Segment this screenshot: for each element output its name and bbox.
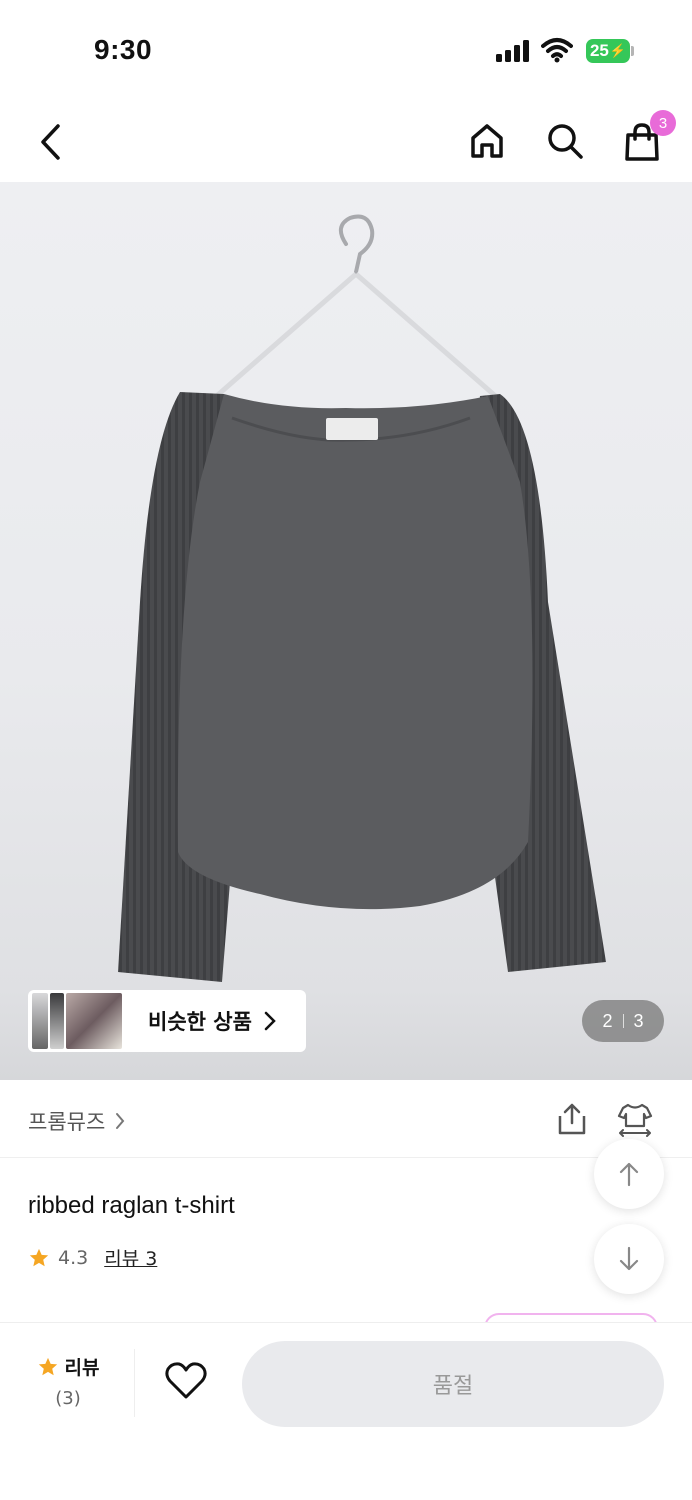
brand-link[interactable]: 프롬뮤즈 xyxy=(28,1106,125,1136)
wishlist-button[interactable] xyxy=(164,1361,208,1405)
wifi-icon xyxy=(541,37,573,67)
rating-value: 4.3 xyxy=(58,1246,89,1269)
status-time: 9:30 xyxy=(94,34,153,65)
chevron-right-icon xyxy=(264,1011,276,1031)
page-total: 3 xyxy=(633,1010,644,1031)
back-button[interactable] xyxy=(30,122,70,162)
home-icon xyxy=(471,124,503,158)
product-title: ribbed raglan t-shirt xyxy=(28,1192,235,1219)
similar-thumbnails xyxy=(32,993,122,1049)
star-icon xyxy=(29,1248,49,1266)
sold-out-button[interactable]: 품절 xyxy=(242,1341,664,1427)
share-button[interactable] xyxy=(556,1102,588,1140)
share-icon xyxy=(558,1103,586,1135)
brand-name: 프롬뮤즈 xyxy=(28,1110,106,1134)
review-label: 리뷰 xyxy=(64,1357,100,1379)
home-button[interactable] xyxy=(466,120,508,162)
top-nav: 3 xyxy=(0,100,692,182)
cellular-signal-icon xyxy=(496,40,532,66)
similar-products-button[interactable]: 비슷한 상품 xyxy=(28,990,306,1052)
battery-level: 25 xyxy=(589,41,609,60)
page-current: 2 xyxy=(602,1010,613,1031)
scroll-top-button[interactable] xyxy=(594,1139,664,1209)
chevron-right-icon xyxy=(116,1113,125,1129)
search-button[interactable] xyxy=(544,120,586,162)
product-image-carousel[interactable]: 비슷한 상품 2 3 xyxy=(0,182,692,1080)
bottom-action-bar: 리뷰 (3) 품절 xyxy=(0,1322,692,1500)
similar-products-label: 비슷한 상품 xyxy=(148,1010,252,1034)
size-fit-button[interactable] xyxy=(616,1102,654,1142)
thumbnail xyxy=(66,993,122,1049)
product-photo xyxy=(118,214,606,982)
battery-icon: 25 ⚡ xyxy=(586,39,630,63)
cart-count-badge: 3 xyxy=(650,110,676,136)
arrow-down-icon xyxy=(619,1246,639,1271)
scroll-bottom-button[interactable] xyxy=(594,1224,664,1294)
brand-row: 프롬뮤즈 xyxy=(0,1080,692,1158)
star-icon xyxy=(38,1357,57,1375)
search-icon xyxy=(548,124,583,159)
thumbnail xyxy=(32,993,48,1049)
review-button[interactable]: 리뷰 (3) xyxy=(28,1353,108,1409)
divider xyxy=(134,1349,135,1417)
review-count: (3) xyxy=(55,1388,81,1409)
review-link[interactable]: 리뷰 3 xyxy=(104,1244,157,1271)
cart-button[interactable]: 3 xyxy=(622,110,676,162)
page-separator xyxy=(622,1014,624,1028)
image-page-indicator: 2 3 xyxy=(582,1000,664,1042)
status-bar: 9:30 25 ⚡ xyxy=(0,0,692,100)
arrow-up-icon xyxy=(619,1162,639,1187)
heart-icon xyxy=(165,1362,207,1399)
rating-row: 4.3 리뷰 3 xyxy=(28,1244,157,1271)
shirt-size-icon xyxy=(617,1103,653,1137)
thumbnail xyxy=(50,993,64,1049)
battery-tip xyxy=(631,46,634,56)
back-icon xyxy=(41,124,60,160)
